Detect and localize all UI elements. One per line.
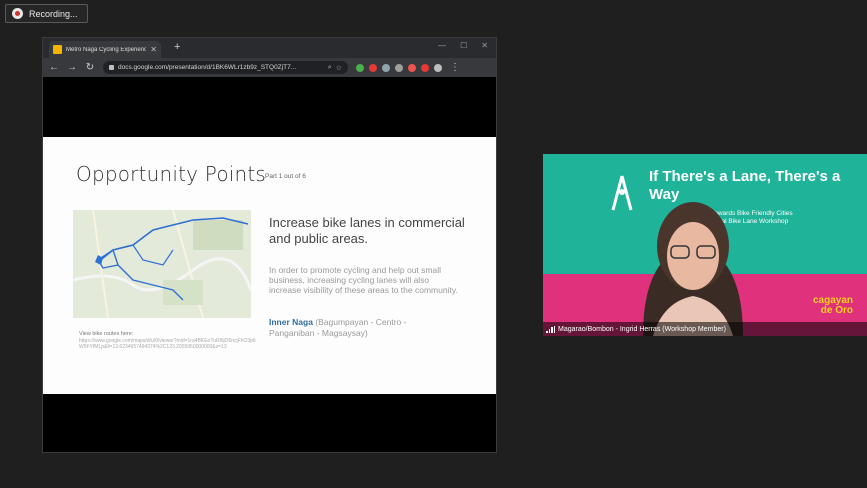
bookmark-star-icon[interactable]: ☆ — [336, 64, 342, 72]
zoom-icon[interactable]: ⌕ — [328, 64, 332, 72]
extension-icon[interactable] — [408, 63, 416, 72]
slide-heading: Increase bike lanes in commercial and pu… — [269, 215, 465, 246]
bike-route-map — [73, 210, 251, 318]
maximize-icon[interactable]: ☐ — [460, 41, 467, 50]
tab-title: Metro Naga Cycling Experience — [66, 46, 147, 53]
browser-tabstrip: Metro Naga Cycling Experience ✕ + — ☐ ✕ — [43, 38, 496, 58]
extension-icon[interactable] — [356, 63, 364, 72]
meeting-stage: Recording... Metro Naga Cycling Experien… — [0, 0, 867, 488]
close-window-icon[interactable]: ✕ — [481, 41, 488, 50]
brand-text: cagayan de Oro — [812, 295, 853, 316]
menu-icon[interactable]: ⋮ — [450, 62, 460, 73]
browser-toolbar: ← → ↻ docs.google.com/presentation/d/1BK… — [43, 58, 496, 77]
cdo-brand-logo: cagayan de Oro — [813, 296, 853, 316]
close-tab-icon[interactable]: ✕ — [150, 45, 157, 54]
participant-avatar — [643, 202, 743, 336]
extension-icons — [356, 63, 442, 72]
inner-naga-line: Inner Naga (Bagumpayan - Centro - Pangan… — [269, 317, 439, 339]
recording-indicator[interactable]: Recording... — [5, 4, 88, 23]
extension-icon[interactable] — [369, 63, 377, 72]
participant-name: Magarao/Bombon - Ingrid Herras (Workshop… — [558, 325, 726, 333]
slide-title: Opportunity Points — [76, 162, 267, 186]
inner-naga-label: Inner Naga — [269, 317, 313, 327]
url-text: docs.google.com/presentation/d/1BK6WLr1z… — [118, 64, 297, 71]
slide-body: In order to promote cycling and help out… — [269, 265, 458, 295]
presentation-slide: Opportunity Points Part 1 out of 6 View … — [43, 137, 496, 394]
browser-tab[interactable]: Metro Naga Cycling Experience ✕ — [49, 41, 161, 58]
shared-screen-window: Metro Naga Cycling Experience ✕ + — ☐ ✕ … — [42, 37, 497, 453]
participant-name-bar: Magarao/Bombon - Ingrid Herras (Workshop… — [543, 322, 867, 336]
back-icon[interactable]: ← — [49, 62, 59, 73]
reload-icon[interactable]: ↻ — [85, 62, 95, 73]
address-bar[interactable]: docs.google.com/presentation/d/1BK6WLr1z… — [103, 61, 348, 74]
slides-favicon-icon — [53, 45, 62, 54]
connection-signal-icon — [546, 325, 555, 333]
participant-video[interactable]: If There's a Lane, There's a Way Towards… — [543, 154, 867, 336]
extension-icon[interactable] — [421, 63, 429, 72]
minimize-icon[interactable]: — — [438, 41, 446, 50]
extension-icon[interactable] — [382, 63, 390, 72]
new-tab-button[interactable]: + — [174, 42, 180, 53]
map-link[interactable]: https://www.google.com/maps/d/u/0/viewer… — [79, 338, 257, 350]
forward-icon[interactable]: → — [67, 62, 77, 73]
recording-label: Recording... — [29, 8, 78, 19]
lock-icon — [109, 65, 114, 70]
map-graphic — [73, 210, 251, 318]
map-caption: View bike routes here: — [79, 331, 134, 337]
recording-icon — [12, 8, 23, 19]
extension-icon[interactable] — [434, 63, 442, 72]
slide-part-label: Part 1 out of 6 — [265, 173, 306, 180]
extension-icon[interactable] — [395, 63, 403, 72]
page-viewport: Opportunity Points Part 1 out of 6 View … — [43, 77, 496, 452]
window-controls: — ☐ ✕ — [438, 41, 488, 50]
